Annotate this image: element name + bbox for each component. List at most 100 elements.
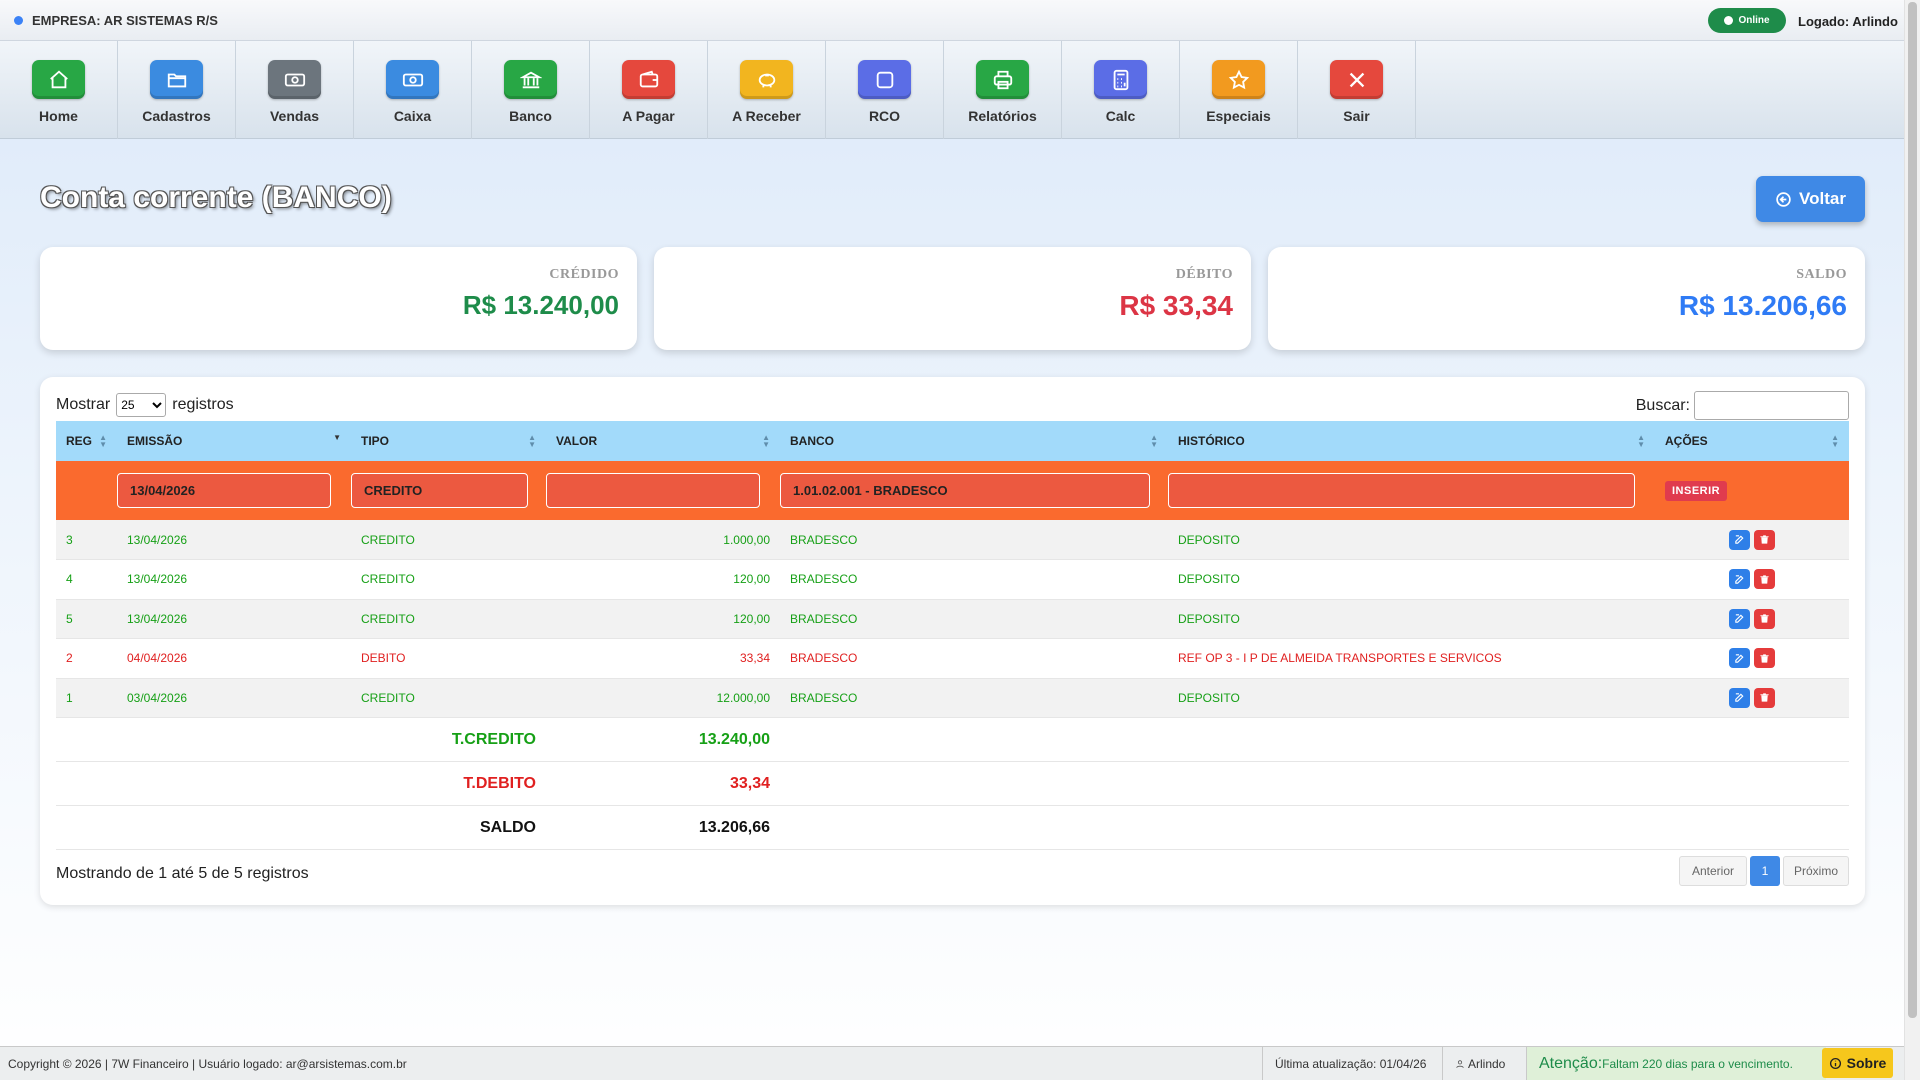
cell-acoes [1655, 638, 1849, 679]
cell-emissao: 13/04/2026 [117, 599, 351, 639]
cell-tipo: CREDITO [351, 599, 546, 639]
edit-icon [1735, 575, 1744, 584]
folder-icon [150, 60, 203, 99]
totals-row: T.CREDITO 13.240,00 [56, 717, 1849, 762]
cell-historico: DEPOSITO [1168, 599, 1655, 639]
cell-acoes [1655, 520, 1849, 560]
nav-a-pagar[interactable]: A Pagar [590, 41, 708, 139]
col-valor[interactable]: VALOR ▲ ▼ [546, 421, 780, 461]
delete-button[interactable] [1754, 529, 1775, 550]
cash-icon [386, 60, 439, 99]
nav-caixa[interactable]: Caixa [354, 41, 472, 139]
cash-icon [268, 60, 321, 99]
status-bar: Copyright © 2026 | 7W Financeiro | Usuár… [0, 1046, 1904, 1080]
edit-button[interactable] [1729, 608, 1750, 629]
col-emissao[interactable]: EMISSÃO ▼ [117, 421, 351, 461]
cell-banco: BRADESCO [780, 678, 1168, 718]
status-dot-icon [14, 15, 23, 25]
delete-button[interactable] [1754, 608, 1775, 629]
total-label: T.CREDITO [56, 717, 546, 762]
edit-icon [1735, 614, 1744, 623]
back-button[interactable]: Voltar [1756, 176, 1865, 222]
nav-cadastros[interactable]: Cadastros [118, 41, 236, 139]
footer-user: Arlindo [1442, 1047, 1526, 1080]
square-icon [858, 60, 911, 99]
star-icon [1212, 60, 1265, 99]
page-scrollbar[interactable] [1904, 0, 1920, 1080]
cell-emissao: 04/04/2026 [117, 638, 351, 679]
history-input[interactable] [1168, 473, 1635, 508]
cell-acoes [1655, 599, 1849, 639]
insert-button[interactable]: INSERIR [1665, 480, 1728, 501]
balance-label: SALDO [1796, 267, 1847, 282]
cell-valor: 120,00 [546, 559, 780, 600]
debit-label: DÉBITO [1175, 267, 1233, 282]
edit-button[interactable] [1729, 687, 1750, 708]
search-control: Buscar: [1636, 391, 1849, 420]
table-row: 5 13/04/2026 CREDITO 120,00 BRADESCO DEPOSITO [56, 599, 1849, 639]
cell-valor: 12.000,00 [546, 678, 780, 718]
close-icon [1330, 60, 1383, 99]
col-banco[interactable]: BANCO ▲ ▼ [780, 421, 1168, 461]
total-value: 33,34 [546, 761, 780, 806]
nav-vendas[interactable]: Vendas [236, 41, 354, 139]
home-icon [32, 60, 85, 99]
nav-relatorios[interactable]: Relatórios [944, 41, 1062, 139]
scrollbar-thumb[interactable] [1908, 2, 1917, 1018]
pagination-next[interactable]: Próximo [1783, 856, 1849, 886]
transactions-panel: Mostrar 25 registros Buscar: REG ▲ ▼ EMISS… [40, 377, 1865, 905]
cell-historico: DEPOSITO [1168, 678, 1655, 718]
cell-emissao: 13/04/2026 [117, 520, 351, 560]
pagination-page-1[interactable]: 1 [1750, 856, 1780, 886]
nav-rco[interactable]: RCO [826, 41, 944, 139]
insert-row: INSERIR [56, 461, 1849, 520]
nav-home[interactable]: Home [0, 41, 118, 139]
copyright-text: Copyright © 2026 | 7W Financeiro | Usuár… [8, 1056, 407, 1071]
delete-button[interactable] [1754, 648, 1775, 669]
cell-acoes [1655, 559, 1849, 600]
delete-button[interactable] [1754, 569, 1775, 590]
online-dot-icon [1724, 16, 1734, 25]
col-tipo[interactable]: TIPO ▲ ▼ [351, 421, 546, 461]
pagination-prev[interactable]: Anterior [1679, 856, 1747, 886]
edit-button[interactable] [1729, 529, 1750, 550]
info-icon [1829, 1057, 1841, 1069]
bank-input[interactable] [780, 473, 1150, 508]
edit-icon [1735, 535, 1744, 544]
nav-calc[interactable]: Calc [1062, 41, 1180, 139]
last-update: Última atualização: 01/04/26 [1262, 1047, 1442, 1080]
value-input[interactable] [546, 473, 760, 508]
edit-button[interactable] [1729, 569, 1750, 590]
col-historico[interactable]: HISTÓRICO ▲ ▼ [1168, 421, 1655, 461]
cell-historico: DEPOSITO [1168, 559, 1655, 600]
search-input[interactable] [1694, 391, 1849, 420]
nav-banco[interactable]: Banco [472, 41, 590, 139]
col-reg[interactable]: REG ▲ ▼ [56, 421, 117, 461]
trash-icon [1760, 535, 1769, 544]
totals-row: SALDO 13.206,66 [56, 805, 1849, 850]
company-name: EMPRESA: AR SISTEMAS R/S [32, 12, 218, 28]
main-nav: Home Cadastros Vendas Caixa Banco A Paga… [0, 41, 1904, 139]
date-input[interactable] [117, 473, 331, 508]
total-label: T.DEBITO [56, 761, 546, 806]
table-row: 3 13/04/2026 CREDITO 1.000,00 BRADESCO DEPOSI… [56, 520, 1849, 560]
cell-tipo: DEBITO [351, 638, 546, 679]
total-value: 13.240,00 [546, 717, 780, 762]
cell-reg: 4 [56, 559, 117, 600]
nav-sair[interactable]: Sair [1298, 41, 1416, 139]
page-title: Conta corrente (BANCO) [40, 181, 392, 214]
cell-tipo: CREDITO [351, 678, 546, 718]
about-button[interactable]: Sobre [1822, 1048, 1893, 1078]
nav-a-receber[interactable]: A Receber [708, 41, 826, 139]
page-length-select[interactable]: 25 [116, 393, 167, 417]
delete-button[interactable] [1754, 687, 1775, 708]
logged-user: Logado: Arlindo [1798, 14, 1898, 29]
edit-button[interactable] [1729, 648, 1750, 669]
col-acoes[interactable]: AÇÕES ▲ ▼ [1655, 421, 1849, 461]
table-row: 1 03/04/2026 CREDITO 12.000,00 BRADESCO DEPOS… [56, 678, 1849, 718]
cell-valor: 33,34 [546, 638, 780, 679]
nav-especiais[interactable]: Especiais [1180, 41, 1298, 139]
balance-card: SALDO R$ 13.206,66 [1268, 247, 1865, 350]
cell-reg: 5 [56, 599, 117, 639]
type-input[interactable] [351, 473, 528, 508]
